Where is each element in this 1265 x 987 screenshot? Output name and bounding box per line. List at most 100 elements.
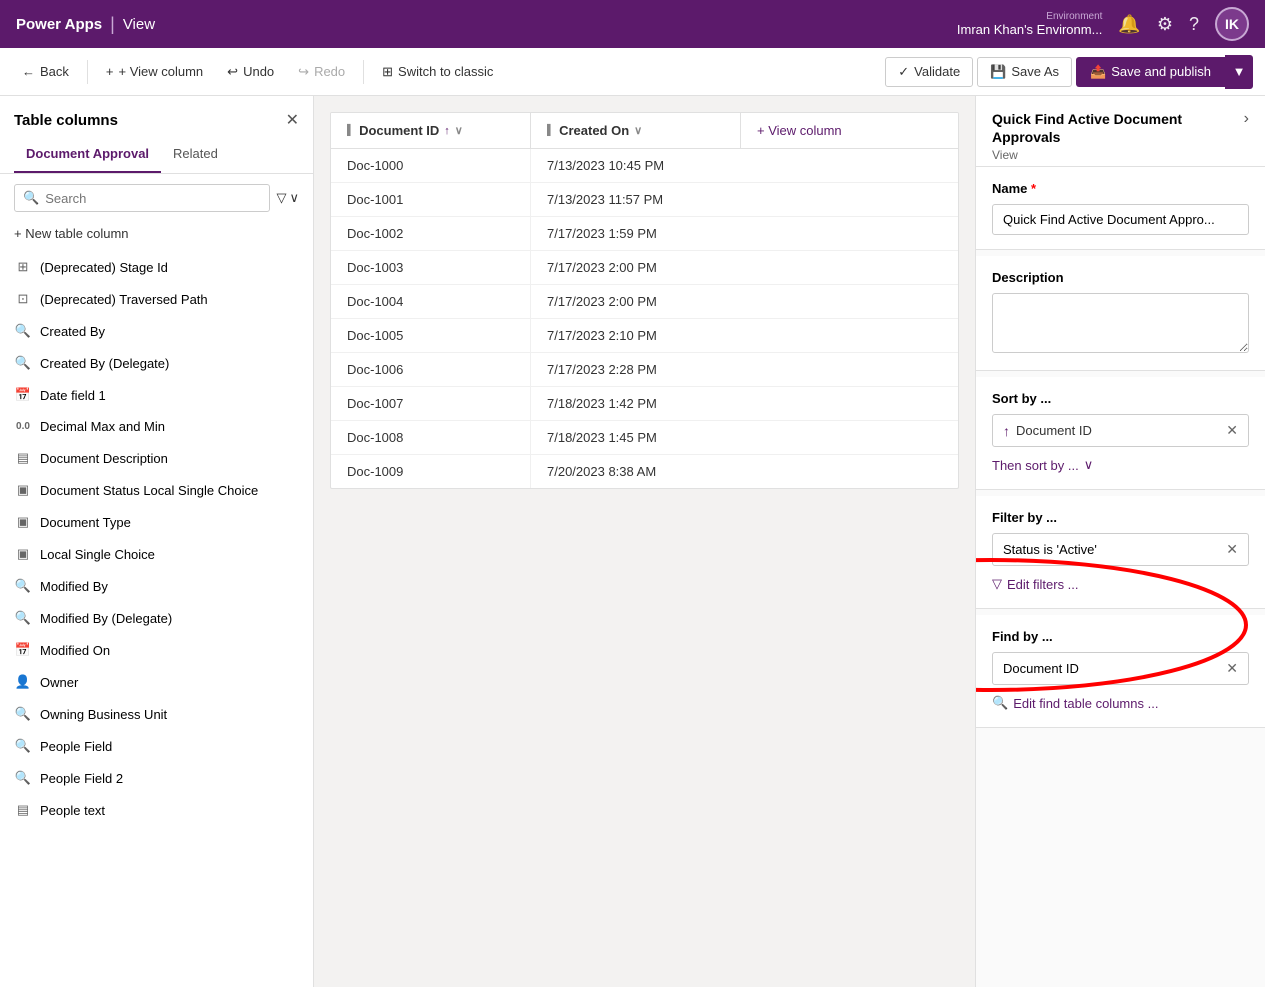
table-row[interactable]: Doc-10057/17/2023 2:10 PM [331, 319, 958, 353]
table-row[interactable]: Doc-10027/17/2023 1:59 PM [331, 217, 958, 251]
cell-doc-id: Doc-1004 [331, 285, 531, 318]
filter-button[interactable]: ▽ ∨ [276, 190, 299, 206]
list-item[interactable]: 📅Modified On [0, 634, 313, 666]
table-row[interactable]: Doc-10067/17/2023 2:28 PM [331, 353, 958, 387]
list-item[interactable]: 0.0Decimal Max and Min [0, 411, 313, 442]
list-item[interactable]: ▣ Document Status Local Single Choice [0, 474, 313, 506]
main-layout: Table columns ✕ Document Approval Relate… [0, 96, 1265, 987]
col-label: Document Type [40, 515, 131, 530]
col-type-icon: ▣ [14, 514, 32, 530]
gear-icon[interactable]: ⚙ [1157, 14, 1173, 35]
edit-find-columns-button[interactable]: 🔍 Edit find table columns ... [992, 693, 1158, 713]
search-box: 🔍 [14, 184, 270, 212]
cell-doc-id: Doc-1005 [331, 319, 531, 352]
view-column-button[interactable]: + + View column [96, 58, 213, 85]
close-panel-button[interactable]: ✕ [286, 110, 299, 130]
list-item[interactable]: 🔍Created By (Delegate) [0, 347, 313, 379]
table-row[interactable]: Doc-10047/17/2023 2:00 PM [331, 285, 958, 319]
sort-chip-remove[interactable]: ✕ [1226, 422, 1238, 439]
col-label: Created By (Delegate) [40, 356, 169, 371]
cell-created-on: 7/18/2023 1:42 PM [531, 387, 741, 420]
left-tabs: Document Approval Related [0, 138, 313, 174]
list-item[interactable]: ▣Local Single Choice [0, 538, 313, 570]
table-row[interactable]: Doc-10097/20/2023 8:38 AM [331, 455, 958, 488]
redo-button[interactable]: ↪ Redo [288, 58, 355, 86]
col-label: (Deprecated) Traversed Path [40, 292, 208, 307]
save-publish-dropdown[interactable]: ▼ [1225, 55, 1253, 89]
col-label: Modified On [40, 643, 110, 658]
cell-created-on: 7/17/2023 2:00 PM [531, 251, 741, 284]
cell-created-on: 7/17/2023 1:59 PM [531, 217, 741, 250]
col-header-created-on[interactable]: ▌ Created On ∨ [531, 113, 741, 148]
sort-asc-icon: ↑ [444, 125, 450, 137]
col-label: Modified By [40, 579, 108, 594]
col-label: Decimal Max and Min [40, 419, 165, 434]
save-as-button[interactable]: 💾 Save As [977, 57, 1072, 87]
switch-classic-button[interactable]: ⊞ Switch to classic [372, 58, 503, 86]
description-input[interactable] [992, 293, 1249, 353]
sort-label: Sort by ... [992, 391, 1249, 406]
list-item[interactable]: 🔍Created By [0, 315, 313, 347]
list-item[interactable]: ⊞(Deprecated) Stage Id [0, 251, 313, 283]
back-button[interactable]: ← Back [12, 58, 79, 85]
col-label: Date field 1 [40, 388, 106, 403]
help-icon[interactable]: ? [1189, 14, 1199, 35]
undo-button[interactable]: ↩ Undo [217, 58, 284, 86]
new-table-column-button[interactable]: + New table column [0, 222, 313, 251]
tab-document-approval[interactable]: Document Approval [14, 138, 161, 173]
cell-doc-id: Doc-1009 [331, 455, 531, 488]
right-panel-chevron[interactable]: › [1244, 110, 1249, 128]
col-type-icon: 🔍 [14, 578, 32, 594]
edit-filters-button[interactable]: ▽ Edit filters ... [992, 574, 1079, 594]
table-row[interactable]: Doc-10017/13/2023 11:57 PM [331, 183, 958, 217]
find-chip-remove[interactable]: ✕ [1226, 660, 1238, 677]
col-header-document-id[interactable]: ▌ Document ID ↑ ∨ [331, 113, 531, 148]
save-publish-button[interactable]: 📤 Save and publish [1076, 57, 1225, 87]
col-type-icon: ▣ [14, 482, 32, 498]
list-item[interactable]: 🔍Modified By (Delegate) [0, 602, 313, 634]
redo-icon: ↪ [298, 64, 309, 80]
col-type-icon: 🔍 [14, 610, 32, 626]
col-label: Document Description [40, 451, 168, 466]
list-item[interactable]: 👤Owner [0, 666, 313, 698]
table-row[interactable]: Doc-10007/13/2023 10:45 PM [331, 149, 958, 183]
add-view-column-th[interactable]: + View column [741, 113, 858, 148]
table-row[interactable]: Doc-10087/18/2023 1:45 PM [331, 421, 958, 455]
table-header: ▌ Document ID ↑ ∨ ▌ Created On ∨ + View … [331, 113, 958, 149]
then-sort-button[interactable]: Then sort by ... ∨ [992, 455, 1093, 475]
avatar[interactable]: IK [1215, 7, 1249, 41]
table-row[interactable]: Doc-10077/18/2023 1:42 PM [331, 387, 958, 421]
description-label: Description [992, 270, 1249, 285]
col-type-icon: 📅 [14, 387, 32, 403]
back-icon: ← [22, 64, 35, 79]
bell-icon[interactable]: 🔔 [1118, 14, 1140, 35]
filter-value-label: Status is 'Active' [1003, 542, 1097, 557]
list-item[interactable]: 🔍 Modified By [0, 570, 313, 602]
filter-chip-remove[interactable]: ✕ [1226, 541, 1238, 558]
table-columns-title: Table columns [14, 112, 118, 129]
search-input[interactable] [45, 191, 261, 206]
command-bar: ← Back + + View column ↩ Undo ↪ Redo ⊞ S… [0, 48, 1265, 96]
col-label: Document Status Local Single Choice [40, 483, 258, 498]
list-item[interactable]: 🔍People Field [0, 730, 313, 762]
then-sort-chevron: ∨ [1084, 457, 1094, 473]
list-item[interactable]: ▤ Document Description [0, 442, 313, 474]
find-label: Find by ... [992, 629, 1249, 644]
list-item[interactable]: ⊡(Deprecated) Traversed Path [0, 283, 313, 315]
list-item[interactable]: 🔍People Field 2 [0, 762, 313, 794]
list-item[interactable]: 🔍Owning Business Unit [0, 698, 313, 730]
list-item[interactable]: ▣ Document Type [0, 506, 313, 538]
plus-icon: + [106, 64, 114, 79]
list-item[interactable]: ▤People text [0, 794, 313, 826]
validate-button[interactable]: ✓ Validate [885, 57, 973, 87]
table-row[interactable]: Doc-10037/17/2023 2:00 PM [331, 251, 958, 285]
filter-label: Filter by ... [992, 510, 1249, 525]
tab-related[interactable]: Related [161, 138, 230, 173]
cell-created-on: 7/17/2023 2:00 PM [531, 285, 741, 318]
list-item[interactable]: 📅 Date field 1 [0, 379, 313, 411]
find-search-icon: 🔍 [992, 695, 1008, 711]
name-input[interactable] [992, 204, 1249, 235]
col-type-icon: ▤ [14, 450, 32, 466]
center-panel: ▌ Document ID ↑ ∨ ▌ Created On ∨ + View … [314, 96, 975, 987]
title-separator: | [110, 14, 115, 35]
